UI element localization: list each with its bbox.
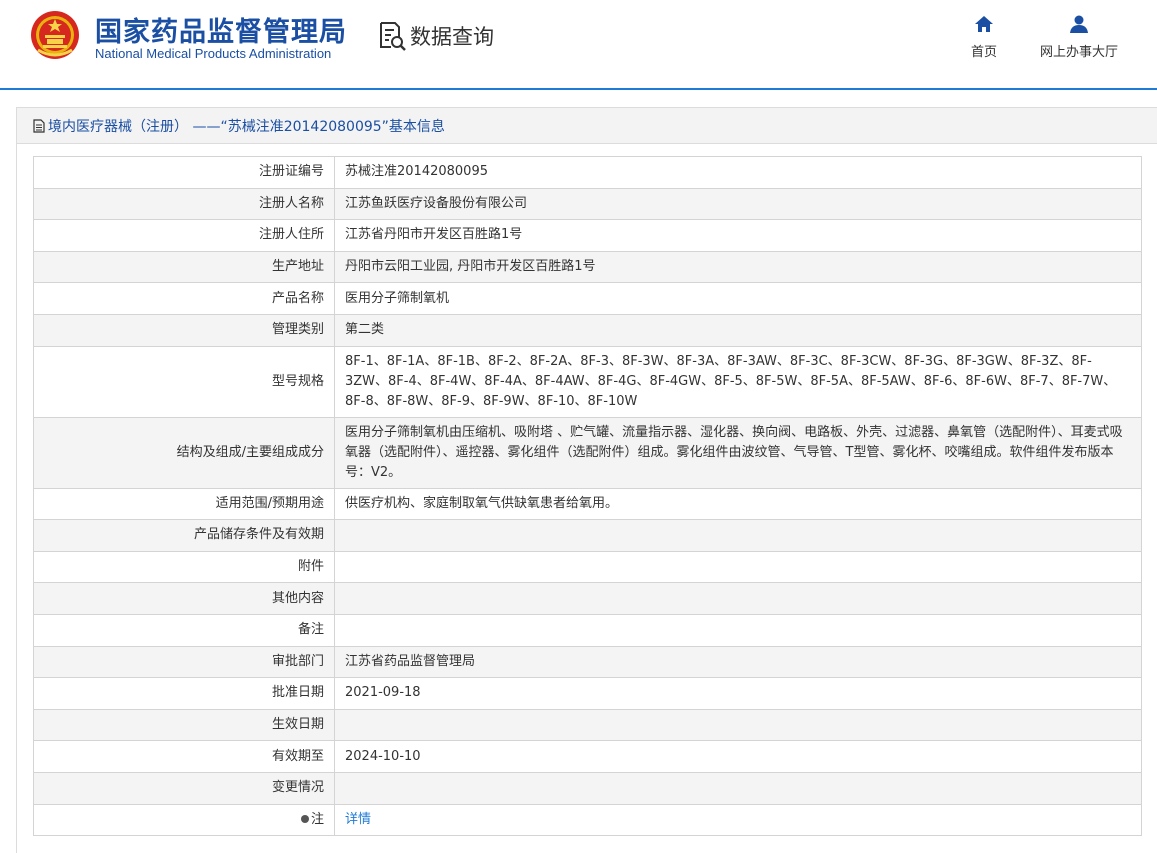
row-label-note: 注 — [33, 803, 335, 837]
table-row: 结构及组成/主要组成成分 医用分子筛制氧机由压缩机、吸附塔 、贮气罐、流量指示器、… — [33, 416, 1142, 489]
org-name-cn: 国家药品监督管理局 — [95, 17, 347, 48]
table-row: 生产地址 丹阳市云阳工业园, 丹阳市开发区百胜路1号 — [33, 250, 1142, 284]
row-value: 2021-09-18 — [334, 677, 1142, 710]
nav-home[interactable]: 首页 — [966, 14, 1002, 60]
row-label: 生效日期 — [33, 708, 335, 742]
row-label: 批准日期 — [33, 677, 335, 710]
row-label: 注册证编号 — [33, 156, 335, 189]
table-row: 备注 — [33, 613, 1142, 647]
row-value: 江苏省药品监督管理局 — [334, 645, 1142, 679]
table-row: 产品储存条件及有效期 — [33, 519, 1142, 552]
table-row: 注册证编号 苏械注准20142080095 — [33, 156, 1142, 189]
row-label: 管理类别 — [33, 313, 335, 347]
row-label: 结构及组成/主要组成成分 — [33, 416, 335, 489]
row-label: 备注 — [33, 613, 335, 647]
table-row: 适用范围/预期用途 供医疗机构、家庭制取氧气供缺氧患者给氧用。 — [33, 487, 1142, 521]
detail-panel: 境内医疗器械（注册） ——“苏械注准20142080095”基本信息 注册证编号… — [16, 107, 1157, 853]
row-value: 第二类 — [334, 313, 1142, 347]
panel-title: 境内医疗器械（注册） ——“苏械注准20142080095”基本信息 — [48, 118, 445, 135]
table-row: 管理类别 第二类 — [33, 313, 1142, 347]
row-label: 注册人名称 — [33, 187, 335, 221]
row-label: 产品名称 — [33, 282, 335, 315]
row-label: 适用范围/预期用途 — [33, 487, 335, 521]
row-label: 型号规格 — [33, 345, 335, 418]
pin-icon — [300, 814, 309, 823]
row-value — [334, 550, 1142, 584]
row-value: 医用分子筛制氧机 — [334, 282, 1142, 315]
nav-online-hall-label: 网上办事大厅 — [1039, 45, 1118, 60]
note-label: 注 — [310, 811, 324, 827]
row-label: 附件 — [33, 550, 335, 584]
row-value-note: 详情 — [334, 803, 1142, 837]
row-value: 8F-1、8F-1A、8F-1B、8F-2、8F-2A、8F-3、8F-3W、8… — [334, 345, 1142, 418]
row-value: 江苏鱼跃医疗设备股份有限公司 — [334, 187, 1142, 221]
row-label: 变更情况 — [33, 771, 335, 805]
row-value — [334, 771, 1142, 805]
row-value — [334, 613, 1142, 647]
table-row: 注册人名称 江苏鱼跃医疗设备股份有限公司 — [33, 187, 1142, 221]
table-row: 变更情况 — [33, 771, 1142, 805]
detail-link[interactable]: 详情 — [345, 812, 371, 827]
row-value — [334, 708, 1142, 742]
table-row: 审批部门 江苏省药品监督管理局 — [33, 645, 1142, 679]
nav-home-label: 首页 — [970, 45, 997, 60]
row-value: 丹阳市云阳工业园, 丹阳市开发区百胜路1号 — [334, 250, 1142, 284]
nav-online-hall[interactable]: 网上办事大厅 — [1036, 14, 1122, 60]
row-value: 苏械注准20142080095 — [334, 156, 1142, 189]
document-search-icon — [380, 22, 406, 51]
row-label: 其他内容 — [33, 582, 335, 615]
table-row: 生效日期 — [33, 708, 1142, 742]
table-row: 批准日期 2021-09-18 — [33, 677, 1142, 710]
org-name-en: National Medical Products Administration — [95, 46, 332, 61]
panel-header: 境内医疗器械（注册） ——“苏械注准20142080095”基本信息 — [17, 108, 1157, 144]
row-value: 供医疗机构、家庭制取氧气供缺氧患者给氧用。 — [334, 487, 1142, 521]
row-value: 医用分子筛制氧机由压缩机、吸附塔 、贮气罐、流量指示器、湿化器、换向阀、电路板、… — [334, 416, 1142, 489]
table-row: 产品名称 医用分子筛制氧机 — [33, 282, 1142, 315]
row-value: 2024-10-10 — [334, 740, 1142, 773]
table-row: 有效期至 2024-10-10 — [33, 740, 1142, 773]
site-header: 国家药品监督管理局 National Medical Products Admi… — [0, 0, 1157, 90]
row-label: 产品储存条件及有效期 — [33, 519, 335, 552]
table-row-note: 注 详情 — [33, 803, 1142, 837]
row-label: 有效期至 — [33, 740, 335, 773]
row-label: 生产地址 — [33, 250, 335, 284]
table-row: 型号规格 8F-1、8F-1A、8F-1B、8F-2、8F-2A、8F-3、8F-… — [33, 345, 1142, 418]
user-icon — [1070, 15, 1088, 33]
table-row: 附件 — [33, 550, 1142, 584]
info-table: 注册证编号 苏械注准20142080095 注册人名称 江苏鱼跃医疗设备股份有限公司注… — [33, 156, 1142, 837]
row-label: 注册人住所 — [33, 219, 335, 252]
row-value: 江苏省丹阳市开发区百胜路1号 — [334, 219, 1142, 252]
document-icon — [33, 118, 45, 133]
row-label: 审批部门 — [33, 645, 335, 679]
table-row: 其他内容 — [33, 582, 1142, 615]
row-value — [334, 519, 1142, 552]
table-row: 注册人住所 江苏省丹阳市开发区百胜路1号 — [33, 219, 1142, 252]
home-icon — [975, 16, 993, 32]
row-value — [334, 582, 1142, 615]
national-emblem-icon — [31, 11, 79, 59]
data-query-label: 数据查询 — [410, 25, 494, 49]
data-query-title: 数据查询 — [378, 20, 494, 52]
